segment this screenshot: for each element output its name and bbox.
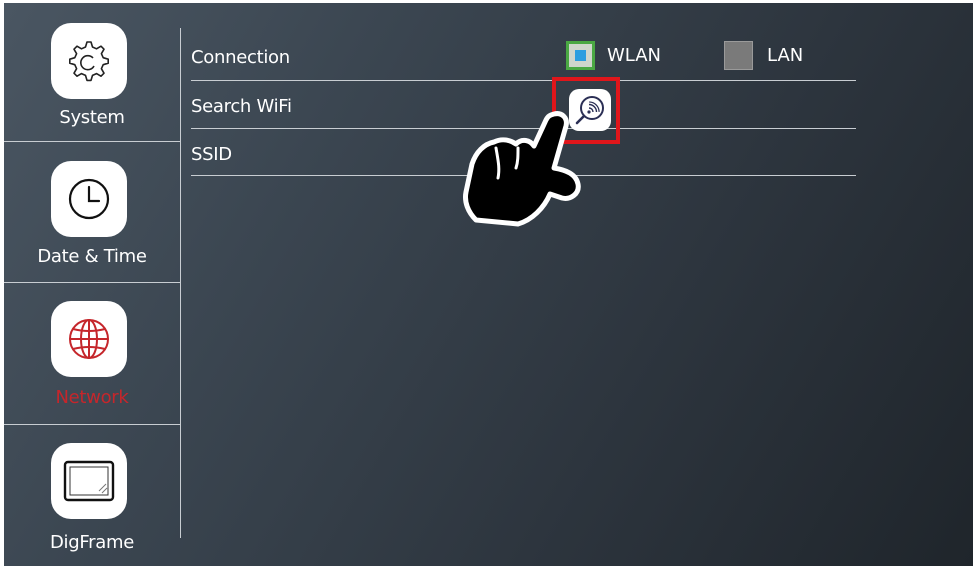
system-tile[interactable] (51, 23, 127, 99)
sidebar-item-network[interactable]: Network (4, 283, 180, 423)
digframe-tile[interactable] (51, 443, 127, 519)
ssid-label: SSID (191, 144, 232, 165)
globe-icon (69, 319, 109, 359)
pointing-hand-icon (463, 111, 581, 227)
row-divider (191, 80, 856, 81)
lan-checkbox[interactable] (724, 41, 753, 70)
photo-frame-icon (63, 460, 115, 502)
gear-icon (69, 41, 109, 82)
sidebar-item-digframe[interactable]: DigFrame (4, 425, 180, 566)
connection-label: Connection (191, 47, 290, 68)
sidebar-divider (4, 141, 180, 142)
sidebar-item-label: Date & Time (37, 246, 147, 267)
clock-icon (68, 178, 110, 220)
wlan-checked-indicator (575, 50, 586, 61)
sidebar-separator (180, 28, 181, 538)
sidebar: System Date & Time Network DigFrame (4, 3, 180, 566)
date-time-tile[interactable] (51, 161, 127, 237)
sidebar-item-label: Network (55, 387, 129, 408)
sidebar-item-system[interactable]: System (4, 3, 180, 143)
search-wifi-label: Search WiFi (191, 96, 292, 117)
sidebar-item-label: System (59, 107, 125, 128)
lan-label[interactable]: LAN (767, 45, 803, 66)
wlan-label[interactable]: WLAN (607, 45, 661, 66)
sidebar-item-date-time[interactable]: Date & Time (4, 143, 180, 283)
settings-screen: System Date & Time Network DigFrame Conn… (4, 3, 973, 566)
wlan-checkbox[interactable] (566, 41, 595, 70)
network-tile[interactable] (51, 301, 127, 377)
sidebar-item-label: DigFrame (50, 532, 134, 553)
